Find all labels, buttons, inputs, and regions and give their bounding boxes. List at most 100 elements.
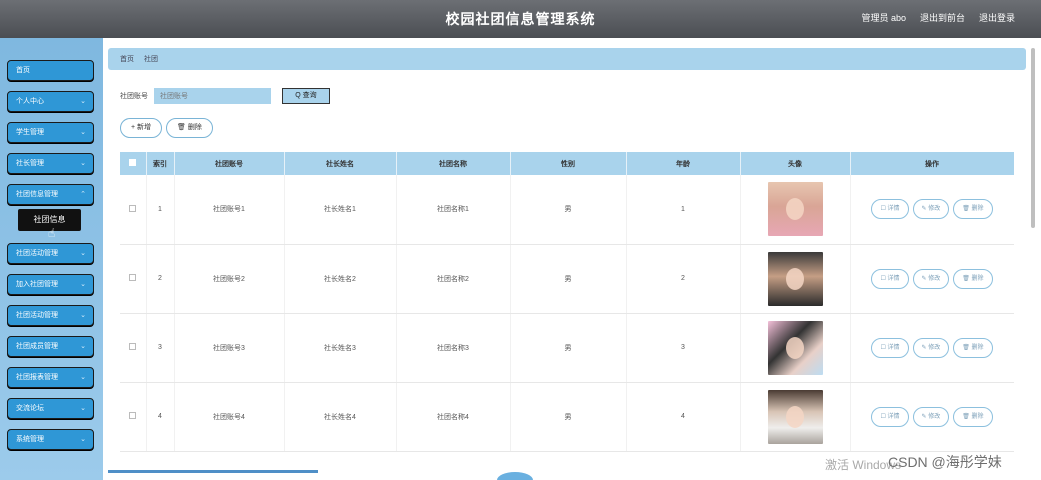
sidebar-item-label: 社团成员管理	[16, 343, 58, 350]
sidebar-item-join-club-management[interactable]: 加入社团管理 ⌄	[7, 274, 94, 295]
breadcrumb-home[interactable]: 首页	[120, 54, 134, 64]
chevron-down-icon: ⌄	[80, 312, 86, 319]
search-label: 社团账号	[120, 93, 148, 100]
batch-delete-button[interactable]: 🗑 删除	[166, 118, 213, 138]
column-header: 性别	[510, 152, 627, 175]
delete-button[interactable]: 🗑 删除	[953, 199, 993, 220]
column-header: 社团账号	[174, 152, 285, 175]
chevron-down-icon: ⌄	[80, 436, 86, 443]
chevron-down-icon: ⌄	[80, 281, 86, 288]
sidebar-item-club-activity-management[interactable]: 社团活动管理 ⌄	[7, 243, 94, 264]
delete-button[interactable]: 🗑 删除	[953, 406, 993, 427]
sidebar-item-system-management[interactable]: 系统管理 ⌄	[7, 429, 94, 450]
select-all-checkbox[interactable]	[129, 159, 137, 166]
detail-label: 详情	[887, 275, 900, 282]
chevron-down-icon: ⌄	[80, 129, 86, 136]
table-row: 4 社团账号4 社长姓名4 社团名称4 男 4 ☐ 详情 ✎ 修改 🗑 删除	[120, 382, 1014, 452]
search-bar: 社团账号 Q 查询	[120, 88, 330, 104]
sidebar-item-forum[interactable]: 交流论坛 ⌄	[7, 398, 94, 419]
row-checkbox[interactable]	[129, 204, 137, 212]
detail-button[interactable]: ☐ 详情	[871, 199, 909, 220]
cell-age: 1	[626, 175, 741, 245]
column-header: 社团名称	[396, 152, 511, 175]
cell-age: 3	[626, 313, 741, 383]
sidebar-item-label: 社团活动管理	[16, 250, 58, 257]
edit-button[interactable]: ✎ 修改	[912, 406, 950, 427]
edit-button[interactable]: ✎ 修改	[912, 268, 950, 289]
detail-button[interactable]: ☐ 详情	[871, 268, 909, 289]
top-bar: 校园社团信息管理系统 管理员 abo 退出到前台 退出登录	[0, 0, 1041, 38]
horizontal-scrollbar[interactable]	[108, 470, 318, 473]
cell-leader: 社长姓名3	[284, 313, 397, 383]
sidebar-item-label: 个人中心	[16, 98, 44, 105]
avatar	[767, 251, 823, 306]
sidebar-item-club-report-management[interactable]: 社团报表管理 ⌄	[7, 367, 94, 388]
sidebar-item-label: 首页	[16, 67, 30, 74]
action-buttons: + 新增 🗑 删除	[120, 118, 213, 138]
cell-account: 社团账号4	[174, 382, 285, 452]
sidebar-item-label: 加入社团管理	[16, 281, 58, 288]
select-all-cell	[120, 152, 147, 175]
sidebar-item-club-member-management[interactable]: 社团成员管理 ⌄	[7, 336, 94, 357]
cell-index: 4	[146, 382, 175, 452]
cell-age: 2	[626, 244, 741, 314]
sidebar-item-home[interactable]: 首页	[7, 60, 94, 81]
delete-label: 删除	[971, 344, 984, 351]
cell-club-name: 社团名称2	[396, 244, 511, 314]
cell-index: 1	[146, 175, 175, 245]
avatar	[767, 320, 823, 375]
sidebar-item-club-events-management[interactable]: 社团活动管理 ⌄	[7, 305, 94, 326]
column-header: 头像	[740, 152, 851, 175]
chevron-down-icon: ⌄	[80, 374, 86, 381]
cell-age: 4	[626, 382, 741, 452]
sidebar-item-leader-management[interactable]: 社长管理 ⌄	[7, 153, 94, 174]
row-checkbox[interactable]	[129, 274, 137, 281]
cell-gender: 男	[510, 313, 627, 383]
sidebar-item-label: 交流论坛	[16, 405, 44, 412]
edit-button[interactable]: ✎ 修改	[912, 337, 950, 358]
admin-label: 管理员 abo	[861, 13, 906, 23]
delete-button[interactable]: 🗑 删除	[953, 337, 993, 358]
exit-to-frontend-link[interactable]: 退出到前台	[920, 11, 965, 24]
table-header-row: 索引 社团账号 社长姓名 社团名称 性别 年龄 头像 操作	[120, 152, 1014, 175]
delete-button[interactable]: 🗑 删除	[953, 268, 993, 289]
chevron-down-icon: ⌄	[80, 250, 86, 257]
table-row: 3 社团账号3 社长姓名3 社团名称3 男 3 ☐ 详情 ✎ 修改 🗑 删除	[120, 313, 1014, 383]
header-user-area: 管理员 abo 退出到前台 退出登录	[861, 11, 1015, 24]
sidebar-item-label: 系统管理	[16, 436, 44, 443]
search-button[interactable]: Q 查询	[282, 88, 330, 104]
sidebar-item-label: 社团报表管理	[16, 374, 58, 381]
row-checkbox[interactable]	[129, 412, 137, 419]
column-header: 年龄	[626, 152, 741, 175]
edit-label: 修改	[928, 344, 941, 351]
cell-leader: 社长姓名2	[284, 244, 397, 314]
edit-label: 修改	[928, 275, 941, 282]
logout-link[interactable]: 退出登录	[979, 11, 1015, 24]
cell-index: 2	[146, 244, 175, 314]
chevron-down-icon: ⌄	[80, 343, 86, 350]
sidebar-item-personal-center[interactable]: 个人中心 ⌄	[7, 91, 94, 112]
sidebar-item-label: 社长管理	[16, 160, 44, 167]
vertical-scrollbar[interactable]	[1031, 48, 1035, 228]
chevron-down-icon: ⌄	[80, 405, 86, 412]
cell-gender: 男	[510, 244, 627, 314]
cell-account: 社团账号1	[174, 175, 285, 245]
table-row: 1 社团账号1 社长姓名1 社团名称1 男 1 ☐ 详情 ✎ 修改 🗑 删除	[120, 175, 1014, 245]
hand-cursor-icon: ☝	[48, 226, 56, 240]
add-button[interactable]: + 新增	[120, 118, 163, 138]
cell-club-name: 社团名称3	[396, 313, 511, 383]
sidebar-item-student-management[interactable]: 学生管理 ⌄	[7, 122, 94, 143]
chevron-up-icon: ⌃	[80, 191, 86, 198]
breadcrumb: 首页 社团	[108, 48, 1026, 70]
sidebar-item-club-info-management[interactable]: 社团信息管理 ⌃	[7, 184, 94, 205]
edit-button[interactable]: ✎ 修改	[912, 199, 950, 220]
detail-button[interactable]: ☐ 详情	[871, 406, 909, 427]
cell-leader: 社长姓名4	[284, 382, 397, 452]
club-account-search-input[interactable]	[154, 88, 271, 104]
sidebar-item-label: 社团活动管理	[16, 312, 58, 319]
row-checkbox[interactable]	[129, 343, 137, 350]
table-row: 2 社团账号2 社长姓名2 社团名称2 男 2 ☐ 详情 ✎ 修改 🗑 删除	[120, 244, 1014, 314]
sidebar: 首页 个人中心 ⌄ 学生管理 ⌄ 社长管理 ⌄ 社团信息管理 ⌃ 社团信息 ☝ 社团活动…	[0, 38, 103, 480]
detail-button[interactable]: ☐ 详情	[871, 337, 909, 358]
column-header: 社长姓名	[284, 152, 397, 175]
